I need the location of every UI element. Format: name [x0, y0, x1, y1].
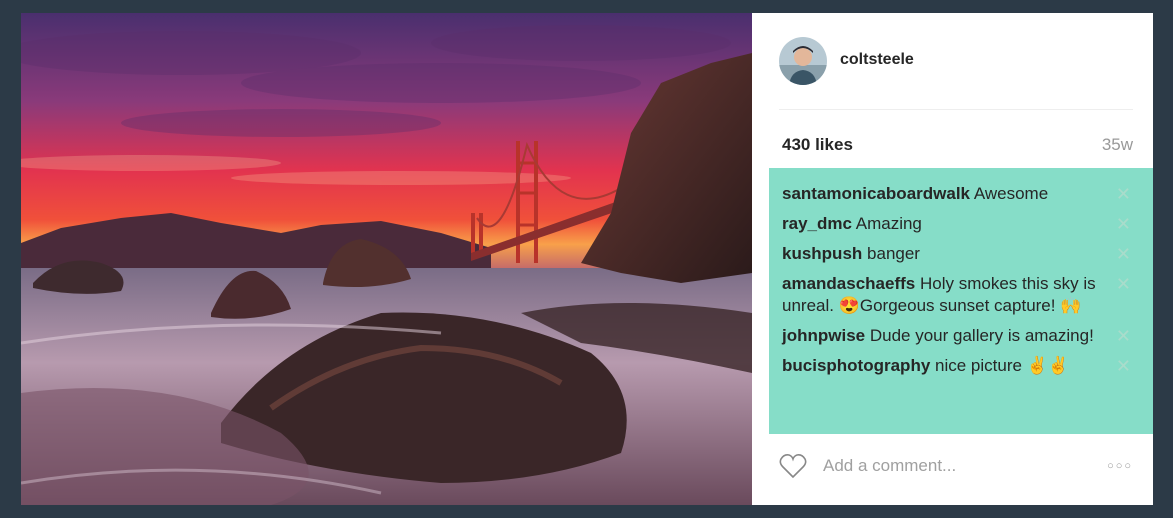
close-icon[interactable]: ✕ [1116, 183, 1131, 205]
list-item: kushpush banger ✕ [769, 243, 1153, 265]
comment-text: Dude your gallery is amazing! [869, 326, 1094, 345]
username[interactable]: coltsteele [840, 51, 914, 69]
list-item: bucisphotography nice picture ✌✌ ✕ [769, 355, 1153, 377]
likes-row: 430 likes 35w [782, 135, 1133, 155]
comment-input[interactable] [823, 456, 1063, 476]
post-timestamp: 35w [1101, 135, 1133, 154]
post-header: coltsteele [779, 37, 1133, 110]
comment-username[interactable]: johnpwise [782, 326, 865, 345]
close-icon[interactable]: ✕ [1116, 325, 1131, 347]
comment-text: Amazing [855, 214, 922, 233]
comment-username[interactable]: bucisphotography [782, 356, 930, 375]
close-icon[interactable]: ✕ [1116, 273, 1131, 295]
close-icon[interactable]: ✕ [1116, 243, 1131, 265]
likes-count[interactable]: 430 likes [782, 135, 853, 155]
comment-username[interactable]: amandaschaeffs [782, 274, 915, 293]
comment-text: banger [867, 244, 920, 263]
list-item: johnpwise Dude your gallery is amazing! … [769, 325, 1153, 347]
comment-footer: ○○○ [779, 451, 1133, 481]
comment-text: Awesome [973, 184, 1049, 203]
comment-username[interactable]: kushpush [782, 244, 862, 263]
avatar[interactable] [779, 37, 827, 85]
post-card: coltsteele 430 likes 35w santamonicaboar… [21, 13, 1153, 505]
comment-username[interactable]: santamonicaboardwalk [782, 184, 970, 203]
close-icon[interactable]: ✕ [1116, 213, 1131, 235]
list-item: amandaschaeffs Holy smokes this sky is u… [769, 273, 1153, 317]
list-item: santamonicaboardwalk Awesome ✕ [769, 183, 1153, 205]
more-options-icon[interactable]: ○○○ [1107, 460, 1133, 472]
post-details-panel: coltsteele 430 likes 35w santamonicaboar… [752, 13, 1153, 505]
list-item: ray_dmc Amazing ✕ [769, 213, 1153, 235]
comments-list: santamonicaboardwalk Awesome ✕ ray_dmc A… [769, 168, 1153, 434]
comment-username[interactable]: ray_dmc [782, 214, 852, 233]
heart-icon[interactable] [779, 453, 807, 479]
post-photo[interactable] [21, 13, 752, 505]
close-icon[interactable]: ✕ [1116, 355, 1131, 377]
comment-text: nice picture ✌✌ [935, 356, 1070, 375]
